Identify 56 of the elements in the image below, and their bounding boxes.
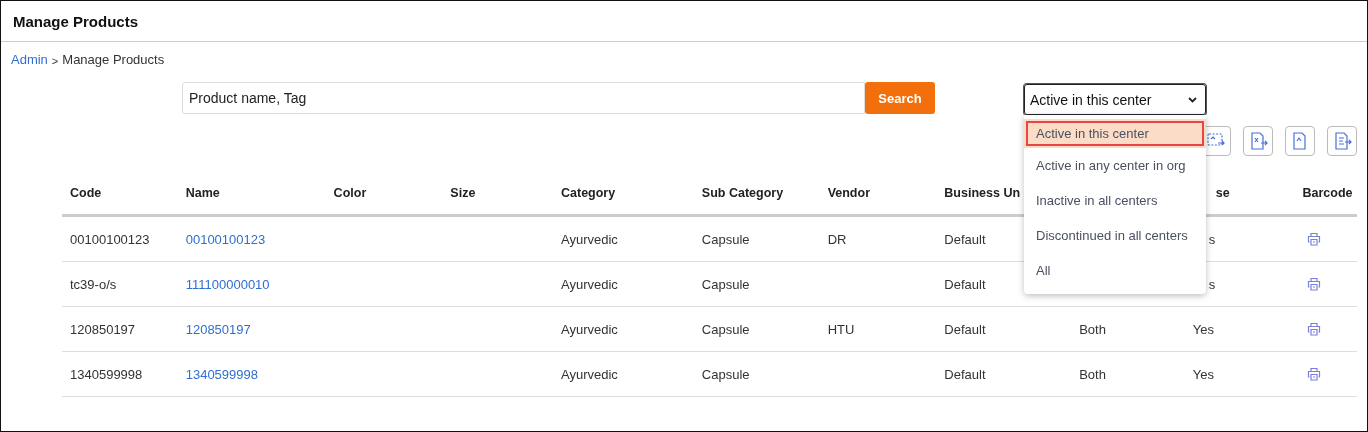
- table-cell-text: s: [1207, 231, 1216, 247]
- product-link[interactable]: 111100000010: [185, 276, 270, 292]
- export-button[interactable]: [1327, 126, 1357, 156]
- dropdown-option[interactable]: Active in this center: [1024, 119, 1206, 148]
- search-field[interactable]: Product name, Tag: [182, 82, 865, 114]
- printer-icon[interactable]: [1306, 367, 1321, 381]
- dropdown-option[interactable]: Inactive in all centers: [1024, 183, 1206, 218]
- printer-icon[interactable]: [1306, 277, 1321, 291]
- dropdown-option[interactable]: All: [1024, 253, 1206, 288]
- table-cell: Default: [944, 231, 986, 247]
- product-link[interactable]: 120850197: [185, 321, 251, 337]
- table-cell: Yes: [1192, 366, 1215, 382]
- table-cell: tc39-o/s: [70, 276, 117, 292]
- page-title: Manage Products: [13, 12, 139, 30]
- table-cell: Ayurvedic: [561, 276, 618, 292]
- spreadsheet-export-button[interactable]: [1243, 126, 1273, 156]
- table-cell: Capsule: [701, 321, 750, 337]
- caret-icon: [1188, 96, 1197, 103]
- dropdown-option[interactable]: Active in any center in org: [1024, 148, 1206, 183]
- column-header: se: [1214, 186, 1230, 200]
- table-cell: Capsule: [701, 276, 750, 292]
- breadcrumb-current: Manage Products: [62, 52, 165, 69]
- column-header: Business Un: [944, 186, 1021, 200]
- table-cell: Default: [944, 276, 986, 292]
- column-header: Vendor: [827, 186, 870, 200]
- column-header: Category: [561, 186, 616, 200]
- printer-icon[interactable]: [1306, 322, 1321, 336]
- table-cell: Yes: [1192, 321, 1215, 337]
- table-cell: Both: [1079, 321, 1106, 337]
- table-cell: Default: [944, 321, 986, 337]
- column-header: Code: [70, 186, 102, 200]
- column-header: Name: [185, 186, 220, 200]
- product-link[interactable]: 00100100123: [185, 231, 266, 247]
- table-cell: DR: [827, 231, 847, 247]
- table-cell: 1340599998: [70, 366, 143, 382]
- column-header: Barcode: [1302, 186, 1353, 200]
- table-cell: 00100100123: [70, 231, 150, 247]
- table-cell: Capsule: [701, 231, 750, 247]
- table-cell: Default: [944, 366, 986, 382]
- column-header: Sub Category: [701, 186, 784, 200]
- dropdown-option[interactable]: Discontinued in all centers: [1024, 218, 1206, 253]
- table-cell: Ayurvedic: [561, 366, 618, 382]
- product-link[interactable]: 1340599998: [185, 366, 258, 382]
- table-cell: HTU: [827, 321, 855, 337]
- column-header: Color: [333, 186, 367, 200]
- breadcrumb-separator: >: [51, 54, 59, 69]
- table-cell: Capsule: [701, 366, 750, 382]
- status-select[interactable]: Active in this center: [1024, 84, 1206, 115]
- printer-icon[interactable]: [1306, 232, 1321, 246]
- table-cell: Ayurvedic: [561, 321, 618, 337]
- table-cell: Both: [1079, 366, 1106, 382]
- column-header: Size: [450, 186, 476, 200]
- table-cell: Ayurvedic: [561, 231, 618, 247]
- breadcrumb-link[interactable]: Admin: [11, 52, 48, 74]
- table-cell-text: s: [1207, 276, 1216, 292]
- table-cell: 120850197: [70, 321, 136, 337]
